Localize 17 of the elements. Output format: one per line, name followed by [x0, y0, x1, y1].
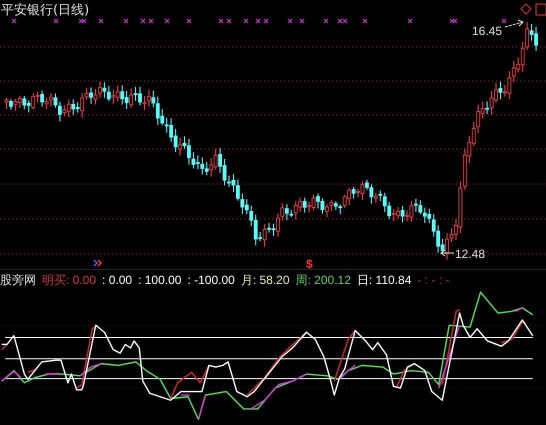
legend-value: 日: 110.84 — [356, 272, 412, 288]
signal-mark: $ — [306, 257, 313, 270]
legend-value: 周: 200.12 — [296, 272, 351, 288]
legend-value: 明买: 0.00 — [42, 272, 96, 288]
legend-value: 月: 58.20 — [240, 272, 290, 288]
legend-value: : 0.00 — [102, 273, 132, 287]
legend-value: - : - : - — [417, 273, 450, 287]
high-price-label: 16.45 — [472, 24, 502, 38]
double-chevron-icon — [93, 259, 102, 267]
diamond-icon[interactable] — [520, 3, 532, 15]
chart-title: 平安银行(日线) — [1, 2, 90, 19]
legend-value: : 100.00 — [138, 273, 182, 287]
arrow-icon — [504, 20, 524, 28]
arrow-icon — [440, 250, 454, 256]
legend-value: : -100.00 — [187, 273, 235, 287]
low-price-label: 12.48 — [455, 247, 486, 261]
indicator-name: 股旁网 — [0, 272, 36, 288]
